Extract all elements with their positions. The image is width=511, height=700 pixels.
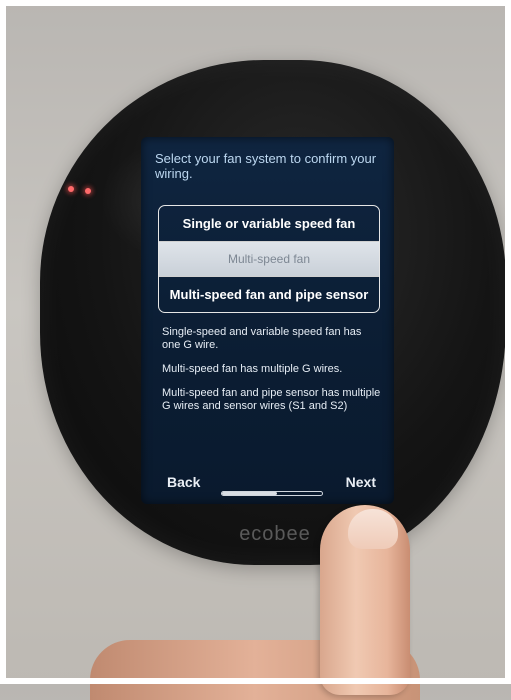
setup-progress-bar bbox=[221, 491, 323, 496]
option-multi-speed-fan-and-pipe-sensor[interactable]: Multi-speed fan and pipe sensor bbox=[159, 276, 379, 311]
brand-logo: ecobee bbox=[239, 523, 311, 545]
fingernail bbox=[348, 509, 398, 549]
option-single-or-variable-speed-fan[interactable]: Single or variable speed fan bbox=[159, 206, 379, 241]
led-indicator-left bbox=[68, 186, 74, 192]
fan-option-list: Single or variable speed fan Multi-speed… bbox=[158, 205, 380, 313]
setup-progress-fill bbox=[222, 492, 277, 495]
thermostat-screen: Select your fan system to confirm your w… bbox=[141, 137, 394, 504]
back-button[interactable]: Back bbox=[167, 474, 200, 490]
description-multi-speed: Multi-speed fan has multiple G wires. bbox=[162, 363, 343, 375]
description-single-speed: Single-speed and variable speed fan has … bbox=[162, 326, 362, 351]
navigation-bar: Back Next bbox=[141, 472, 394, 496]
screen-prompt: Select your fan system to confirm your w… bbox=[155, 151, 377, 181]
next-button[interactable]: Next bbox=[346, 474, 376, 490]
description-multi-speed-pipe-sensor: Multi-speed fan and pipe sensor has mult… bbox=[162, 387, 381, 412]
option-descriptions: Single-speed and variable speed fan has … bbox=[162, 326, 382, 424]
led-indicator-right bbox=[85, 188, 91, 194]
option-multi-speed-fan[interactable]: Multi-speed fan bbox=[159, 241, 379, 276]
